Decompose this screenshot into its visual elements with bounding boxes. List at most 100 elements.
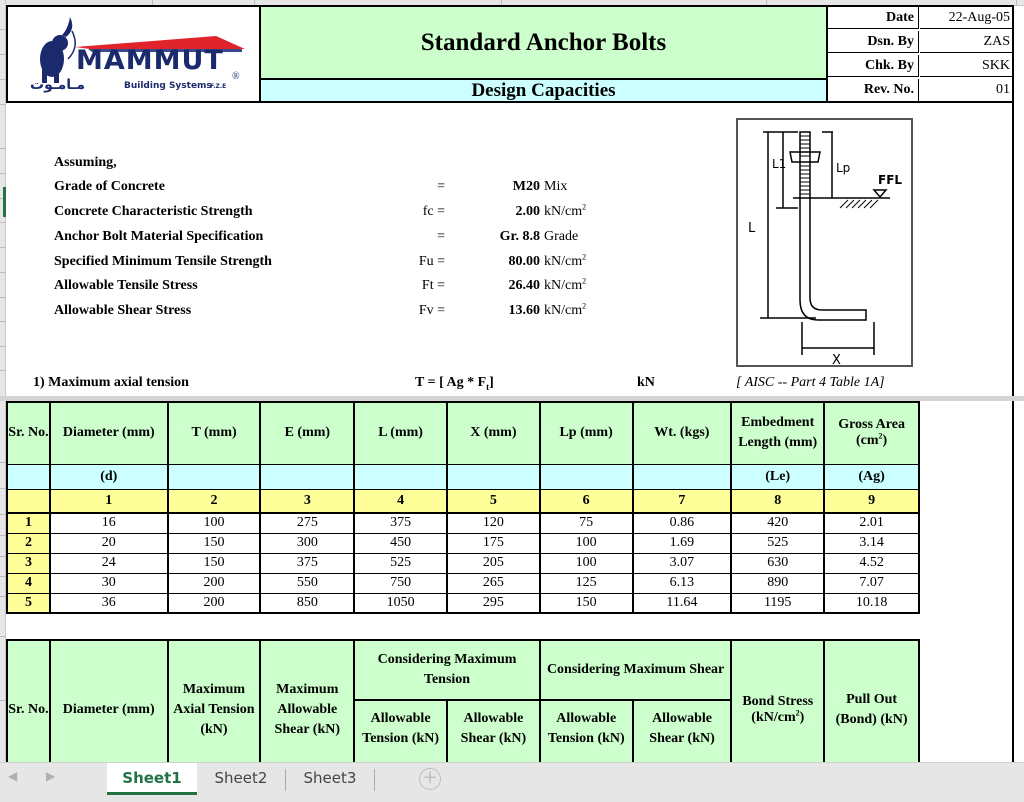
cell-t[interactable]: 150 — [167, 532, 262, 554]
index-cell[interactable]: 1 — [49, 488, 169, 514]
index-cell[interactable]: 8 — [730, 488, 826, 514]
cell-weight[interactable]: 0.86 — [632, 512, 733, 534]
col-header-allowable-shear[interactable]: Allowable Shear (kN) — [632, 699, 733, 762]
col-header-bond-stress[interactable]: Bond Stress (kN/cm2) — [730, 639, 826, 762]
cell-x[interactable]: 265 — [446, 572, 541, 594]
index-cell[interactable]: 2 — [167, 488, 262, 514]
col-header[interactable]: Embedment Length (mm) — [730, 401, 826, 465]
col-header-allowable-tension[interactable]: Allowable Tension (kN) — [353, 699, 448, 762]
group-header-max-tension[interactable]: Considering Maximum Tension — [353, 639, 541, 701]
cell-lp[interactable]: 75 — [539, 512, 634, 534]
cell-weight[interactable]: 11.64 — [632, 592, 733, 614]
assumption-value[interactable]: 80.00 — [460, 254, 541, 270]
cell-e[interactable]: 275 — [259, 512, 356, 534]
meta-value[interactable]: ZAS — [920, 31, 1012, 53]
cell-embedment[interactable]: 420 — [730, 512, 826, 534]
col-header[interactable]: L (mm) — [353, 401, 448, 465]
assumption-value[interactable]: 13.60 — [460, 303, 541, 319]
tab-sheet3[interactable]: Sheet3 — [286, 763, 374, 795]
cell-lp[interactable]: 100 — [539, 552, 634, 574]
row-number[interactable]: 2 — [6, 532, 51, 554]
meta-value[interactable]: SKK — [920, 55, 1012, 77]
symbol-cell[interactable] — [167, 463, 262, 490]
cell-e[interactable]: 550 — [259, 572, 356, 594]
cell-weight[interactable]: 3.07 — [632, 552, 733, 574]
row-number[interactable]: 4 — [6, 572, 51, 594]
symbol-cell[interactable] — [353, 463, 448, 490]
symbol-cell[interactable] — [446, 463, 541, 490]
symbol-cell[interactable]: (Le) — [730, 463, 826, 490]
symbol-cell[interactable]: (Ag) — [823, 463, 920, 490]
symbol-cell[interactable] — [259, 463, 356, 490]
col-header[interactable]: X (mm) — [446, 401, 541, 465]
index-cell[interactable]: 9 — [823, 488, 920, 514]
cell-embedment[interactable]: 1195 — [730, 592, 826, 614]
symbol-cell[interactable]: (d) — [49, 463, 169, 490]
meta-value[interactable]: 01 — [920, 79, 1012, 101]
index-cell[interactable] — [6, 488, 51, 514]
tab-scroll-left-icon[interactable]: ◀ — [8, 769, 17, 783]
cell-e[interactable]: 300 — [259, 532, 356, 554]
cell-t[interactable]: 200 — [167, 572, 262, 594]
col-header-allowable-tension[interactable]: Allowable Tension (kN) — [539, 699, 634, 762]
add-sheet-icon[interactable]: + — [419, 768, 441, 790]
cell-l[interactable]: 525 — [353, 552, 448, 574]
cell-lp[interactable]: 125 — [539, 572, 634, 594]
tab-sheet2[interactable]: Sheet2 — [197, 763, 285, 795]
assumption-value[interactable]: 26.40 — [460, 278, 541, 294]
cell-x[interactable]: 120 — [446, 512, 541, 534]
index-cell[interactable]: 5 — [446, 488, 541, 514]
index-cell[interactable]: 6 — [539, 488, 634, 514]
symbol-cell[interactable] — [632, 463, 733, 490]
cell-x[interactable]: 295 — [446, 592, 541, 614]
group-header-max-shear[interactable]: Considering Maximum Shear — [539, 639, 733, 701]
cell-l[interactable]: 750 — [353, 572, 448, 594]
cell-diameter[interactable]: 36 — [49, 592, 169, 614]
cell-e[interactable]: 850 — [259, 592, 356, 614]
col-header[interactable]: E (mm) — [259, 401, 356, 465]
cell-t[interactable]: 100 — [167, 512, 262, 534]
cell-x[interactable]: 205 — [446, 552, 541, 574]
col-header[interactable]: Lp (mm) — [539, 401, 634, 465]
col-header-max-axial-tension[interactable]: Maximum Axial Tension (kN) — [167, 639, 262, 762]
cell-x[interactable]: 175 — [446, 532, 541, 554]
cell-t[interactable]: 200 — [167, 592, 262, 614]
col-header[interactable]: Diameter (mm) — [49, 401, 169, 465]
col-header-gross-area[interactable]: Gross Area (cm2) — [823, 401, 920, 465]
cell-gross-area[interactable]: 4.52 — [823, 552, 920, 574]
cell-gross-area[interactable]: 10.18 — [823, 592, 920, 614]
cell-l[interactable]: 375 — [353, 512, 448, 534]
row-number[interactable]: 1 — [6, 512, 51, 534]
row-number[interactable]: 3 — [6, 552, 51, 574]
cell-t[interactable]: 150 — [167, 552, 262, 574]
cell-l[interactable]: 1050 — [353, 592, 448, 614]
cell-gross-area[interactable]: 3.14 — [823, 532, 920, 554]
anchor-bolt-diagram[interactable]: L1 Lp FFL L X — [736, 118, 913, 368]
assumption-value[interactable]: M20 — [460, 179, 540, 195]
row-number[interactable]: 5 — [6, 592, 51, 614]
cell-weight[interactable]: 6.13 — [632, 572, 733, 594]
cell-diameter[interactable]: 20 — [49, 532, 169, 554]
col-header-pull-out[interactable]: Pull Out (Bond) (kN) — [823, 639, 920, 762]
cell-gross-area[interactable]: 7.07 — [823, 572, 920, 594]
cell-lp[interactable]: 150 — [539, 592, 634, 614]
tab-scroll-right-icon[interactable]: ▶ — [46, 769, 55, 783]
cell-diameter[interactable]: 30 — [49, 572, 169, 594]
col-header[interactable]: Sr. No. — [6, 401, 51, 465]
cell-embedment[interactable]: 630 — [730, 552, 826, 574]
index-cell[interactable]: 7 — [632, 488, 733, 514]
cell-weight[interactable]: 1.69 — [632, 532, 733, 554]
index-cell[interactable]: 4 — [353, 488, 448, 514]
cell-diameter[interactable]: 16 — [49, 512, 169, 534]
cell-l[interactable]: 450 — [353, 532, 448, 554]
cell-embedment[interactable]: 890 — [730, 572, 826, 594]
cell-lp[interactable]: 100 — [539, 532, 634, 554]
col-header[interactable]: Wt. (kgs) — [632, 401, 733, 465]
symbol-cell[interactable] — [6, 463, 51, 490]
col-header-sr-no[interactable]: Sr. No. — [6, 639, 51, 762]
assumption-value[interactable]: 2.00 — [460, 204, 541, 220]
col-header-max-allowable-shear[interactable]: Maximum Allowable Shear (kN) — [259, 639, 356, 762]
cell-embedment[interactable]: 525 — [730, 532, 826, 554]
index-cell[interactable]: 3 — [259, 488, 356, 514]
cell-diameter[interactable]: 24 — [49, 552, 169, 574]
